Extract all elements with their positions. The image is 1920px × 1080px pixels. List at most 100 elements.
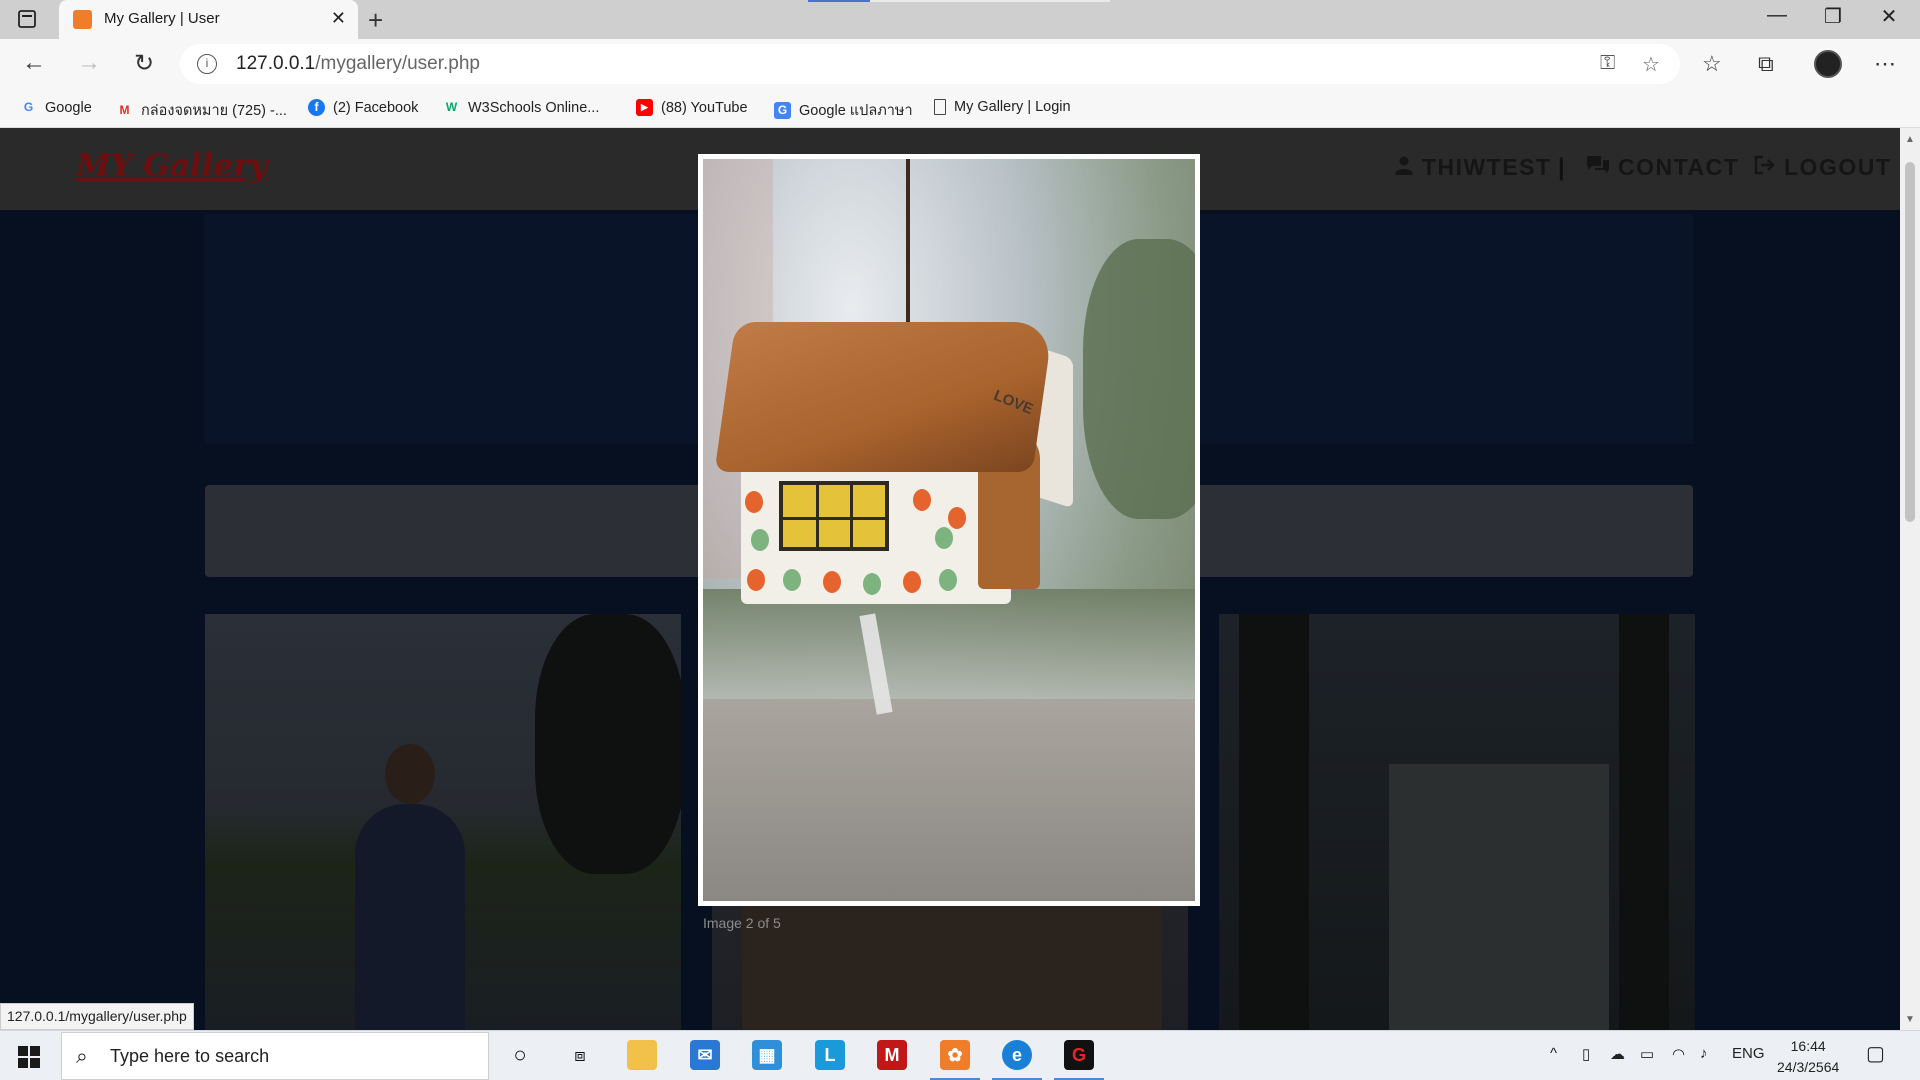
bookmark-facebook[interactable]: f (2) Facebook: [308, 99, 418, 116]
lightbox-photo[interactable]: LOVE: [703, 159, 1195, 901]
photo-ground: [703, 699, 1195, 901]
ornament-dot: [863, 573, 881, 595]
file-explorer-icon[interactable]: [627, 1040, 657, 1070]
taskbar-search-box[interactable]: ⌕ Type here to search: [61, 1032, 489, 1080]
scroll-down-icon[interactable]: ▼: [1905, 1014, 1915, 1025]
person-head: [385, 744, 435, 804]
search-placeholder: Type here to search: [110, 1046, 270, 1066]
tab-actions-icon[interactable]: [16, 8, 38, 30]
bookmark-youtube[interactable]: ▶ (88) YouTube: [636, 99, 748, 116]
gallery-card-photo-1[interactable]: [205, 614, 681, 1030]
page-scrollbar[interactable]: ▲ ▼: [1900, 128, 1920, 1030]
tree-trunk-right: [1619, 614, 1669, 1030]
bookmark-label: Google แปลภาษา: [799, 103, 913, 119]
ornament-dot: [751, 529, 769, 551]
photo-foliage-blur: [1083, 239, 1195, 519]
notifications-icon[interactable]: ▢: [1866, 1041, 1885, 1066]
scroll-up-icon[interactable]: ▲: [1905, 134, 1915, 145]
window-mullion: [850, 485, 853, 547]
forward-button[interactable]: →: [73, 49, 105, 77]
nav-user-label: THIWTEST: [1422, 154, 1552, 180]
mcafee-icon[interactable]: M: [877, 1040, 907, 1070]
browser-tab-bar: My Gallery | User ✕ + — ❐ ✕: [0, 0, 1920, 39]
system-clock[interactable]: 16:44 24/3/2564: [1777, 1036, 1839, 1078]
window-mullion: [816, 485, 819, 547]
battery-icon[interactable]: ▭: [1640, 1045, 1654, 1063]
gmail-icon: M: [119, 103, 130, 117]
task-view-icon[interactable]: ⧈: [565, 1040, 595, 1070]
address-toolbar: ← → ↻ i 127.0.0.1/mygallery/user.php ⚿ ☆…: [0, 39, 1920, 89]
house-ornament-thumbnail: [742, 904, 1162, 1030]
clock-date: 24/3/2564: [1777, 1059, 1840, 1075]
line-app-icon[interactable]: L: [815, 1040, 845, 1070]
add-favorite-icon[interactable]: ☆: [1642, 52, 1660, 77]
ornament-string: [906, 159, 910, 334]
store-icon[interactable]: ▦: [752, 1040, 782, 1070]
lightbox-image-frame[interactable]: LOVE: [698, 154, 1200, 906]
facebook-icon: f: [308, 99, 325, 116]
youtube-icon: ▶: [636, 99, 653, 116]
search-icon: ⌕: [76, 1045, 88, 1068]
gallery-card-photo-3[interactable]: [1219, 614, 1695, 1030]
address-bar[interactable]: i 127.0.0.1/mygallery/user.php ⚿ ☆: [180, 44, 1680, 84]
bookmark-gmail[interactable]: M กล่องจดหมาย (725) -...: [116, 99, 287, 122]
url-host: 127.0.0.1: [236, 53, 316, 74]
bookmark-label: (2) Facebook: [333, 99, 419, 116]
language-indicator[interactable]: ENG: [1732, 1045, 1765, 1062]
bookmark-google-translate[interactable]: G Google แปลภาษา: [774, 99, 913, 122]
ornament-dot: [823, 571, 841, 593]
scrollbar-thumb[interactable]: [1905, 162, 1915, 522]
refresh-button[interactable]: ↻: [128, 49, 160, 78]
back-button[interactable]: ←: [18, 49, 50, 77]
bookmark-w3schools[interactable]: W W3Schools Online...: [443, 99, 600, 116]
tab-strip-indicator-track: [870, 0, 1110, 2]
ornament-dot: [745, 491, 763, 513]
cortana-icon[interactable]: ○: [505, 1040, 535, 1070]
nav-logout-label: LOGOUT: [1784, 154, 1892, 180]
key-icon[interactable]: ⚿: [1600, 52, 1615, 75]
bookmarks-bar: G Google M กล่องจดหมาย (725) -... f (2) …: [0, 89, 1920, 128]
link-status-url: 127.0.0.1/mygallery/user.php: [0, 1003, 194, 1030]
window-transom: [783, 517, 885, 520]
nav-contact-link[interactable]: CONTACT: [1586, 154, 1739, 181]
restore-button[interactable]: ❐: [1810, 4, 1856, 29]
new-tab-button[interactable]: +: [368, 5, 383, 36]
site-logo[interactable]: MY Gallery: [76, 148, 267, 184]
lightbox-caption: Image 2 of 5: [703, 915, 781, 931]
more-menu-icon[interactable]: ⋯: [1874, 51, 1896, 77]
browser-tab-active[interactable]: My Gallery | User ✕: [59, 0, 358, 39]
wifi-icon[interactable]: ◠: [1672, 1045, 1685, 1063]
bookmark-my-gallery-login[interactable]: My Gallery | Login: [934, 99, 1071, 115]
mail-icon[interactable]: ✉: [690, 1040, 720, 1070]
site-info-icon[interactable]: i: [197, 54, 217, 74]
tree-silhouette: [535, 614, 681, 874]
xampp-favicon-icon: [73, 10, 92, 29]
volume-icon[interactable]: ♪: [1700, 1045, 1708, 1062]
close-window-button[interactable]: ✕: [1866, 4, 1912, 29]
windows-start-icon[interactable]: [18, 1046, 40, 1068]
edge-browser-icon[interactable]: e: [1002, 1040, 1032, 1070]
ornament-window: [779, 481, 889, 551]
xampp-icon[interactable]: ✿: [940, 1040, 970, 1070]
minimize-button[interactable]: —: [1754, 4, 1800, 27]
page-icon: [934, 99, 946, 115]
tab-close-icon[interactable]: ✕: [331, 8, 346, 29]
garena-icon[interactable]: G: [1064, 1040, 1094, 1070]
ornament-dot: [935, 527, 953, 549]
nav-user-link[interactable]: THIWTEST: [1394, 154, 1552, 181]
ornament-dot: [913, 489, 931, 511]
onedrive-icon[interactable]: ☁: [1610, 1045, 1625, 1063]
bookmark-google[interactable]: G Google: [20, 99, 92, 116]
ornament-dot: [948, 507, 966, 529]
google-icon: G: [23, 100, 34, 114]
nav-logout-link[interactable]: LOGOUT: [1754, 154, 1891, 181]
clock-time: 16:44: [1790, 1038, 1826, 1054]
collections-icon[interactable]: ⧉: [1758, 51, 1774, 77]
ornament-dot: [903, 571, 921, 593]
ornament-dot: [747, 569, 765, 591]
url-text[interactable]: 127.0.0.1/mygallery/user.php: [236, 53, 480, 75]
favorites-icon[interactable]: ☆: [1702, 51, 1722, 77]
profile-avatar[interactable]: [1814, 50, 1842, 78]
tray-overflow-icon[interactable]: ^: [1550, 1045, 1557, 1062]
device-icon[interactable]: ▯: [1582, 1045, 1590, 1063]
